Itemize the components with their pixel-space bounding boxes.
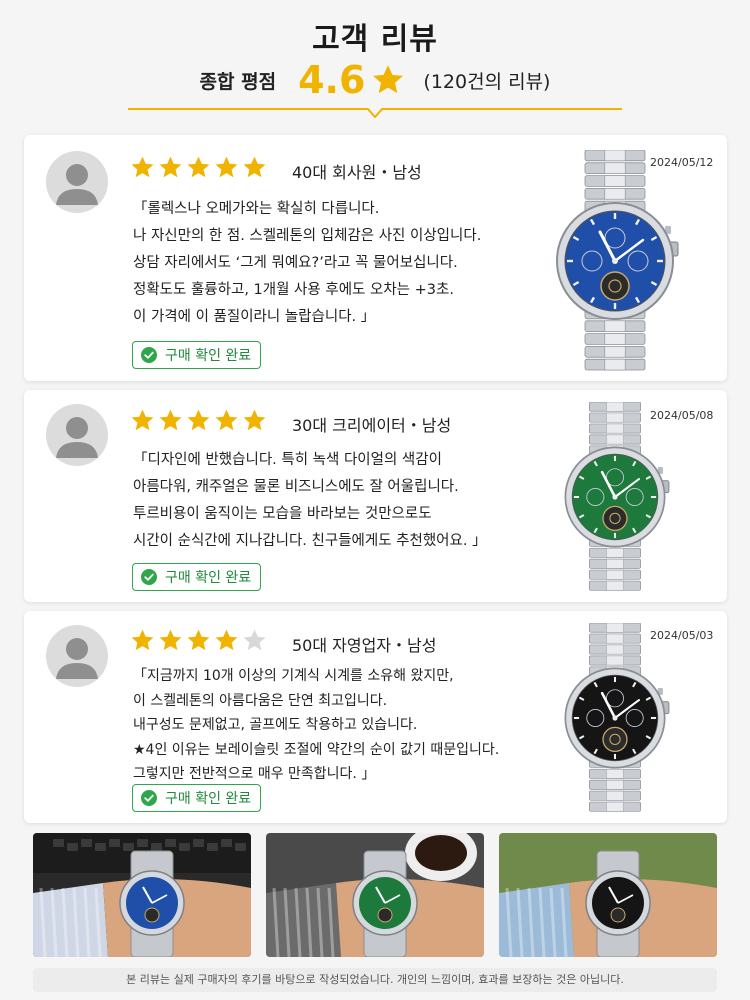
review-text: 「롤렉스나 오메가와는 확실히 다릅니다. 나 자신만의 한 점. 스켈레톤의 … [133,196,481,331]
divider-notch [367,108,383,118]
review-text: 「디자인에 반했습니다. 특히 녹색 다이얼의 색감이 아름다워, 캐주얼은 물… [133,447,487,555]
review-header: 고객 리뷰 종합 평점 4.6 (120건의 리뷰) [0,0,750,120]
user-icon [56,638,98,679]
star-filled-icon [215,409,238,431]
summary-label: 종합 평점 [199,70,277,93]
user-icon [56,164,98,205]
review-line: 「디자인에 반했습니다. 특히 녹색 다이얼의 색감이 [133,452,442,468]
review-line: 이 스켈레톤의 아름다움은 단연 최고입니다. [133,692,388,709]
star-rating [130,155,267,180]
review-line: 상담 자리에서도 ‘그게 뭐예요?’라고 꼭 물어보십니다. [133,255,458,271]
review-text: 「지금까지 10개 이상의 기계식 시계를 소유해 왔지만, 이 스켈레톤의 아… [133,664,499,787]
black-watch-wrist-photo[interactable] [499,833,717,957]
star-filled-icon [159,156,182,178]
review-card: 40대 회사원・남성 「롤렉스나 오메가와는 확실히 다릅니다. 나 자신만의 … [24,135,727,381]
check-circle-icon [141,569,157,585]
check-circle-icon [141,347,157,363]
star-filled-icon [159,409,182,431]
review-count: (120건의 리뷰) [423,70,551,93]
star-filled-icon [187,409,210,431]
review-line: 내구성도 문제없고, 골프에도 착용하고 있습니다. [133,717,418,733]
review-line: 아름다워, 캐주얼은 물론 비즈니스에도 잘 어울립니다. [133,479,459,495]
review-line: 「지금까지 10개 이상의 기계식 시계를 소유해 왔지만, [133,668,454,684]
review-card: 50대 자영업자・남성 「지금까지 10개 이상의 기계식 시계를 소유해 왔지… [24,611,727,823]
review-line: 「롤렉스나 오메가와는 확실히 다릅니다. [133,201,380,217]
review-line: 나 자신만의 한 점. 스켈레톤의 입체감은 사진 이상입니다. [133,228,482,244]
star-filled-icon [187,156,210,178]
badge-label: 구매 확인 완료 [165,570,252,586]
review-line: 투르비용이 움직이는 모습을 바라보는 것만으로도 [133,506,432,522]
review-line: 시간이 순식간에 지나갑니다. 친구들에게도 추천했어요. 」 [133,533,487,549]
verified-purchase-badge: 구매 확인 완료 [132,784,262,812]
star-icon [373,65,404,94]
review-line: 이 가격에 이 품질이라니 놀랍습니다. 」 [133,309,376,325]
avatar [46,404,108,466]
star-rating [130,628,267,653]
badge-label: 구매 확인 완료 [165,348,252,364]
avatar [46,151,108,213]
reviewer-info: 50대 자영업자・남성 [292,636,437,655]
rating-summary: 종합 평점 4.6 (120건의 리뷰) [0,58,750,102]
customer-photo-gallery [33,833,717,957]
reviewer-info: 40대 회사원・남성 [292,163,422,182]
star-filled-icon [215,156,238,178]
watch-product-image [556,150,679,371]
star-filled-icon [243,409,266,431]
review-line: 정확도도 훌륭하고, 1개월 사용 후에도 오차는 +3초. [133,282,454,298]
watch-product-image [564,402,670,591]
page-title: 고객 리뷰 [312,22,438,57]
watch-product-image [564,623,670,812]
verified-purchase-badge: 구매 확인 완료 [132,341,262,369]
star-filled-icon [131,409,154,431]
verified-purchase-badge: 구매 확인 완료 [132,563,262,591]
star-filled-icon [215,629,238,651]
check-circle-icon [141,790,157,806]
star-filled-icon [159,629,182,651]
star-filled-icon [187,629,210,651]
star-filled-icon [131,629,154,651]
review-line: 그렇지만 전반적으로 매우 만족합니다. 」 [133,766,376,782]
review-line: ★4인 이유는 보레이슬릿 조절에 약간의 순이 값기 때문입니다. [133,741,500,758]
star-filled-icon [243,156,266,178]
disclaimer: 본 리뷰는 실제 구매자의 후기를 바탕으로 작성되었습니다. 개인의 느낌이며… [33,968,717,992]
star-empty-icon [243,629,266,651]
green-watch-wrist-photo[interactable] [266,833,484,957]
reviewer-info: 30대 크리에이터・남성 [292,416,452,435]
review-card: 30대 크리에이터・남성 「디자인에 반했습니다. 특히 녹색 다이얼의 색감이… [24,390,727,602]
average-score: 4.6 [298,58,366,102]
avatar [46,625,108,687]
badge-label: 구매 확인 완료 [165,791,252,807]
star-filled-icon [131,156,154,178]
user-icon [56,417,98,458]
star-rating [130,408,267,433]
blue-watch-wrist-photo[interactable] [33,833,251,957]
